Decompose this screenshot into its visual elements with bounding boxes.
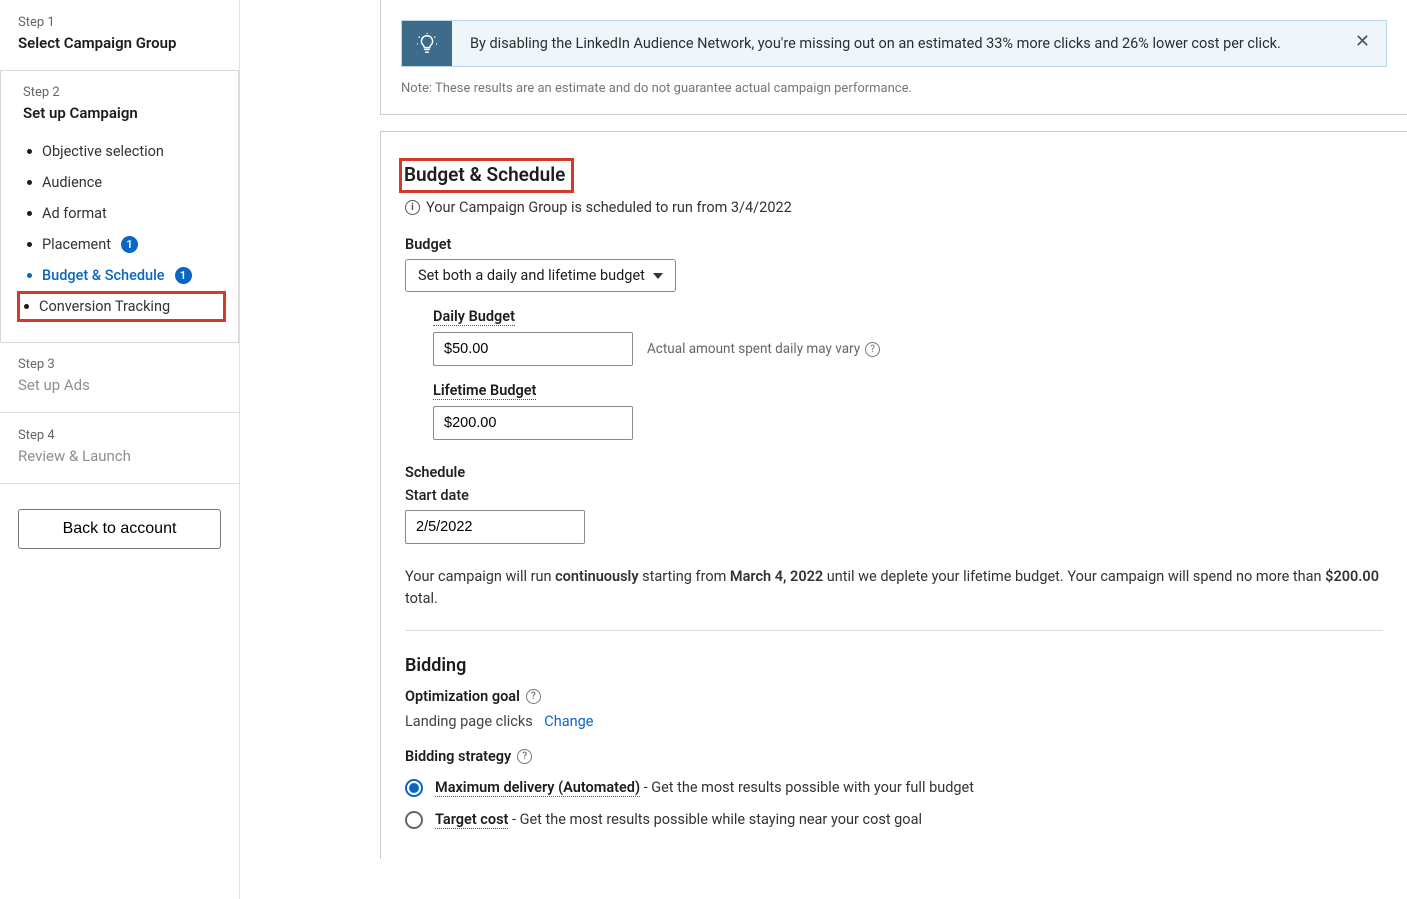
step1-label: Step 1 <box>18 15 221 30</box>
campaign-summary-text: Your campaign will run continuously star… <box>405 566 1383 610</box>
radio-desc: - Get the most results possible with you… <box>640 779 974 796</box>
daily-budget-label: Daily Budget <box>433 308 515 326</box>
audience-network-alert: By disabling the LinkedIn Audience Netwo… <box>401 20 1387 67</box>
budget-type-select[interactable]: Set both a daily and lifetime budget <box>405 259 676 292</box>
budget-label: Budget <box>405 236 1383 253</box>
substep-label: Conversion Tracking <box>39 298 170 315</box>
optimization-goal-label: Optimization goal <box>405 688 520 705</box>
close-icon: ✕ <box>1355 31 1370 51</box>
help-icon[interactable]: ? <box>517 749 532 764</box>
daily-budget-group: Daily Budget Actual amount spent daily m… <box>433 308 1383 366</box>
start-date-label: Start date <box>405 487 1383 504</box>
main-content: By disabling the LinkedIn Audience Netwo… <box>240 0 1407 899</box>
count-badge: 1 <box>121 236 138 253</box>
substep-audience[interactable]: Audience <box>23 167 220 198</box>
help-icon[interactable]: ? <box>865 342 880 357</box>
step4-title: Review & Launch <box>18 447 221 465</box>
substep-label: Objective selection <box>42 143 164 160</box>
radio-icon <box>405 811 423 829</box>
step3-label: Step 3 <box>18 357 221 372</box>
help-icon[interactable]: ? <box>526 689 541 704</box>
step1-title: Select Campaign Group <box>18 34 221 52</box>
step1-block[interactable]: Step 1 Select Campaign Group <box>0 0 239 71</box>
bidding-heading: Bidding <box>405 655 1383 676</box>
back-to-account-button[interactable]: Back to account <box>18 509 221 549</box>
bullet-icon <box>27 149 32 154</box>
alert-note: Note: These results are an estimate and … <box>401 81 1387 96</box>
divider <box>405 630 1383 631</box>
alert-text: By disabling the LinkedIn Audience Netwo… <box>452 21 1386 66</box>
step3-block[interactable]: Step 3 Set up Ads <box>0 342 239 413</box>
radio-max-delivery[interactable]: Maximum delivery (Automated) - Get the m… <box>405 779 1383 797</box>
bullet-icon <box>24 304 29 309</box>
substep-label: Audience <box>42 174 102 191</box>
bidding-strategy-label: Bidding strategy <box>405 748 511 765</box>
schedule-field-group: Schedule Start date <box>405 464 1383 544</box>
radio-icon <box>405 779 423 797</box>
daily-budget-hint: Actual amount spent daily may vary ? <box>647 341 880 357</box>
step2-substeps: Objective selection Audience Ad format P… <box>23 136 220 322</box>
start-date-input[interactable] <box>405 510 585 544</box>
sidebar: Step 1 Select Campaign Group Step 2 Set … <box>0 0 240 899</box>
lifetime-budget-label: Lifetime Budget <box>433 382 536 400</box>
run-mid1: starting from <box>639 568 730 585</box>
run-bold1: continuously <box>555 568 638 585</box>
run-bold3: $200.00 <box>1325 568 1379 585</box>
info-icon: i <box>405 200 420 215</box>
schedule-info-line: i Your Campaign Group is scheduled to ru… <box>405 199 1383 216</box>
substep-budget-schedule[interactable]: Budget & Schedule 1 <box>23 260 220 291</box>
substep-placement[interactable]: Placement 1 <box>23 229 220 260</box>
optimization-goal-value: Landing page clicks <box>405 713 533 730</box>
substep-label: Ad format <box>42 205 107 222</box>
lifetime-budget-group: Lifetime Budget <box>433 382 1383 440</box>
bullet-icon <box>27 242 32 247</box>
chevron-down-icon <box>653 273 663 279</box>
close-alert-button[interactable]: ✕ <box>1347 27 1378 56</box>
substep-conversion-tracking[interactable]: Conversion Tracking <box>17 291 226 322</box>
run-prefix: Your campaign will run <box>405 568 555 585</box>
bullet-icon <box>27 180 32 185</box>
schedule-label: Schedule <box>405 464 1383 481</box>
select-value: Set both a daily and lifetime budget <box>418 267 645 284</box>
step4-block[interactable]: Step 4 Review & Launch <box>0 413 239 484</box>
optimization-goal-row: Landing page clicks Change <box>405 713 1383 730</box>
run-suffix: total. <box>405 590 438 607</box>
run-bold2: March 4, 2022 <box>730 568 823 585</box>
daily-hint-text: Actual amount spent daily may vary <box>647 341 860 357</box>
schedule-info-text: Your Campaign Group is scheduled to run … <box>426 199 792 216</box>
optimization-goal-label-row: Optimization goal ? <box>405 688 541 705</box>
step4-label: Step 4 <box>18 428 221 443</box>
daily-budget-input[interactable] <box>433 332 633 366</box>
lightbulb-icon <box>402 21 452 66</box>
substep-ad-format[interactable]: Ad format <box>23 198 220 229</box>
change-optimization-link[interactable]: Change <box>544 713 593 730</box>
radio-target-cost[interactable]: Target cost - Get the most results possi… <box>405 811 1383 829</box>
step2-label: Step 2 <box>23 85 220 100</box>
radio-desc: - Get the most results possible while st… <box>508 811 922 828</box>
step2-block: Step 2 Set up Campaign Objective selecti… <box>0 70 239 343</box>
substep-label: Placement <box>42 236 111 253</box>
substep-label: Budget & Schedule <box>42 267 165 284</box>
lifetime-budget-input[interactable] <box>433 406 633 440</box>
budget-schedule-heading: Budget & Schedule <box>404 163 565 186</box>
radio-label: Target cost <box>435 811 508 829</box>
radio-label: Maximum delivery (Automated) <box>435 779 640 797</box>
step3-title: Set up Ads <box>18 376 221 394</box>
bidding-strategy-label-row: Bidding strategy ? <box>405 748 532 765</box>
budget-schedule-section: Budget & Schedule i Your Campaign Group … <box>380 131 1407 859</box>
bullet-icon <box>27 273 32 278</box>
count-badge: 1 <box>175 267 192 284</box>
substep-objective-selection[interactable]: Objective selection <box>23 136 220 167</box>
alert-card: By disabling the LinkedIn Audience Netwo… <box>380 0 1407 115</box>
step2-title: Set up Campaign <box>23 104 220 122</box>
run-mid2: until we deplete your lifetime budget. Y… <box>823 568 1325 585</box>
section-heading-highlight: Budget & Schedule <box>399 158 574 193</box>
bullet-icon <box>27 211 32 216</box>
budget-field-group: Budget Set both a daily and lifetime bud… <box>405 236 1383 440</box>
